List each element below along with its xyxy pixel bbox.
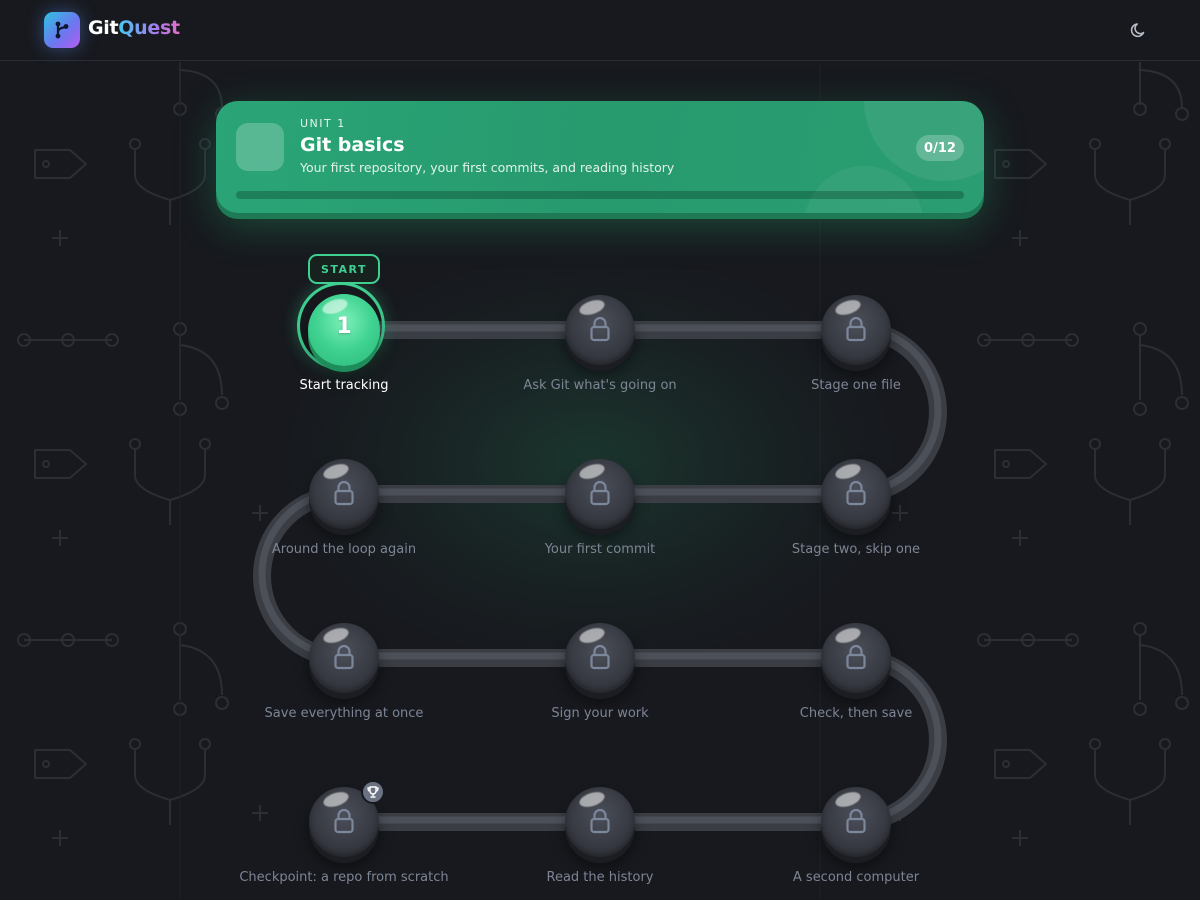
top-bar: GitQuest <box>0 0 1200 61</box>
git-branch-logo-icon <box>44 12 80 48</box>
lesson-label: Read the history <box>546 870 654 885</box>
start-badge: START <box>308 254 380 284</box>
lesson-node-locked[interactable] <box>821 623 891 699</box>
unit-icon <box>236 123 284 171</box>
theme-toggle-button[interactable] <box>1128 19 1150 41</box>
checkpoint-trophy-badge <box>361 780 385 804</box>
lesson-number: 1 <box>336 314 352 339</box>
banner-decoration <box>804 166 924 213</box>
branch-icon <box>55 21 69 39</box>
lesson-label: Checkpoint: a repo from scratch <box>239 870 449 885</box>
unit-banner[interactable]: UNIT 1 Git basics Your first repository,… <box>216 101 984 213</box>
unit-title: Git basics <box>300 134 405 156</box>
unit-kicker: UNIT 1 <box>300 117 346 130</box>
lock-icon <box>846 480 866 506</box>
unit-subtitle: Your first repository, your first commit… <box>300 160 675 175</box>
moon-icon <box>1130 23 1145 38</box>
lock-icon <box>846 316 866 342</box>
lesson-label: Sign your work <box>551 706 649 721</box>
lock-icon <box>590 644 610 670</box>
lesson-node-locked[interactable] <box>309 623 379 699</box>
lesson-node-locked[interactable] <box>821 459 891 535</box>
unit-progress-bar <box>236 191 964 199</box>
lock-icon <box>846 644 866 670</box>
lesson-node-locked[interactable] <box>309 459 379 535</box>
lock-icon <box>590 480 610 506</box>
trophy-icon <box>367 786 379 798</box>
lesson-node-locked[interactable] <box>565 787 635 863</box>
lock-icon <box>334 808 354 834</box>
app-logo-text[interactable]: GitQuest <box>88 17 180 39</box>
logo-git: Git <box>88 17 119 39</box>
lesson-node-locked[interactable] <box>821 295 891 371</box>
lesson-node-active[interactable]: 1 <box>308 294 380 372</box>
lesson-label: Stage two, skip one <box>791 542 921 557</box>
lesson-node-locked[interactable] <box>565 623 635 699</box>
lesson-label: Your first commit <box>544 542 656 557</box>
lock-icon <box>334 480 354 506</box>
lesson-label: Around the loop again <box>271 542 417 557</box>
lesson-node-locked[interactable] <box>821 787 891 863</box>
lock-icon <box>334 644 354 670</box>
lesson-label: Stage one file <box>811 378 901 393</box>
lesson-label: Start tracking <box>299 378 389 393</box>
lesson-label: A second computer <box>792 870 920 885</box>
lock-icon <box>590 316 610 342</box>
lesson-node-locked[interactable] <box>565 459 635 535</box>
lesson-label: Check, then save <box>799 706 913 721</box>
lesson-node-locked[interactable] <box>565 295 635 371</box>
logo-quest: Quest <box>118 17 180 39</box>
lock-icon <box>590 808 610 834</box>
unit-progress-count: 0/12 <box>916 135 964 161</box>
lesson-label: Ask Git what's going on <box>523 378 677 393</box>
lock-icon <box>846 808 866 834</box>
lesson-label: Save everything at once <box>264 706 424 721</box>
